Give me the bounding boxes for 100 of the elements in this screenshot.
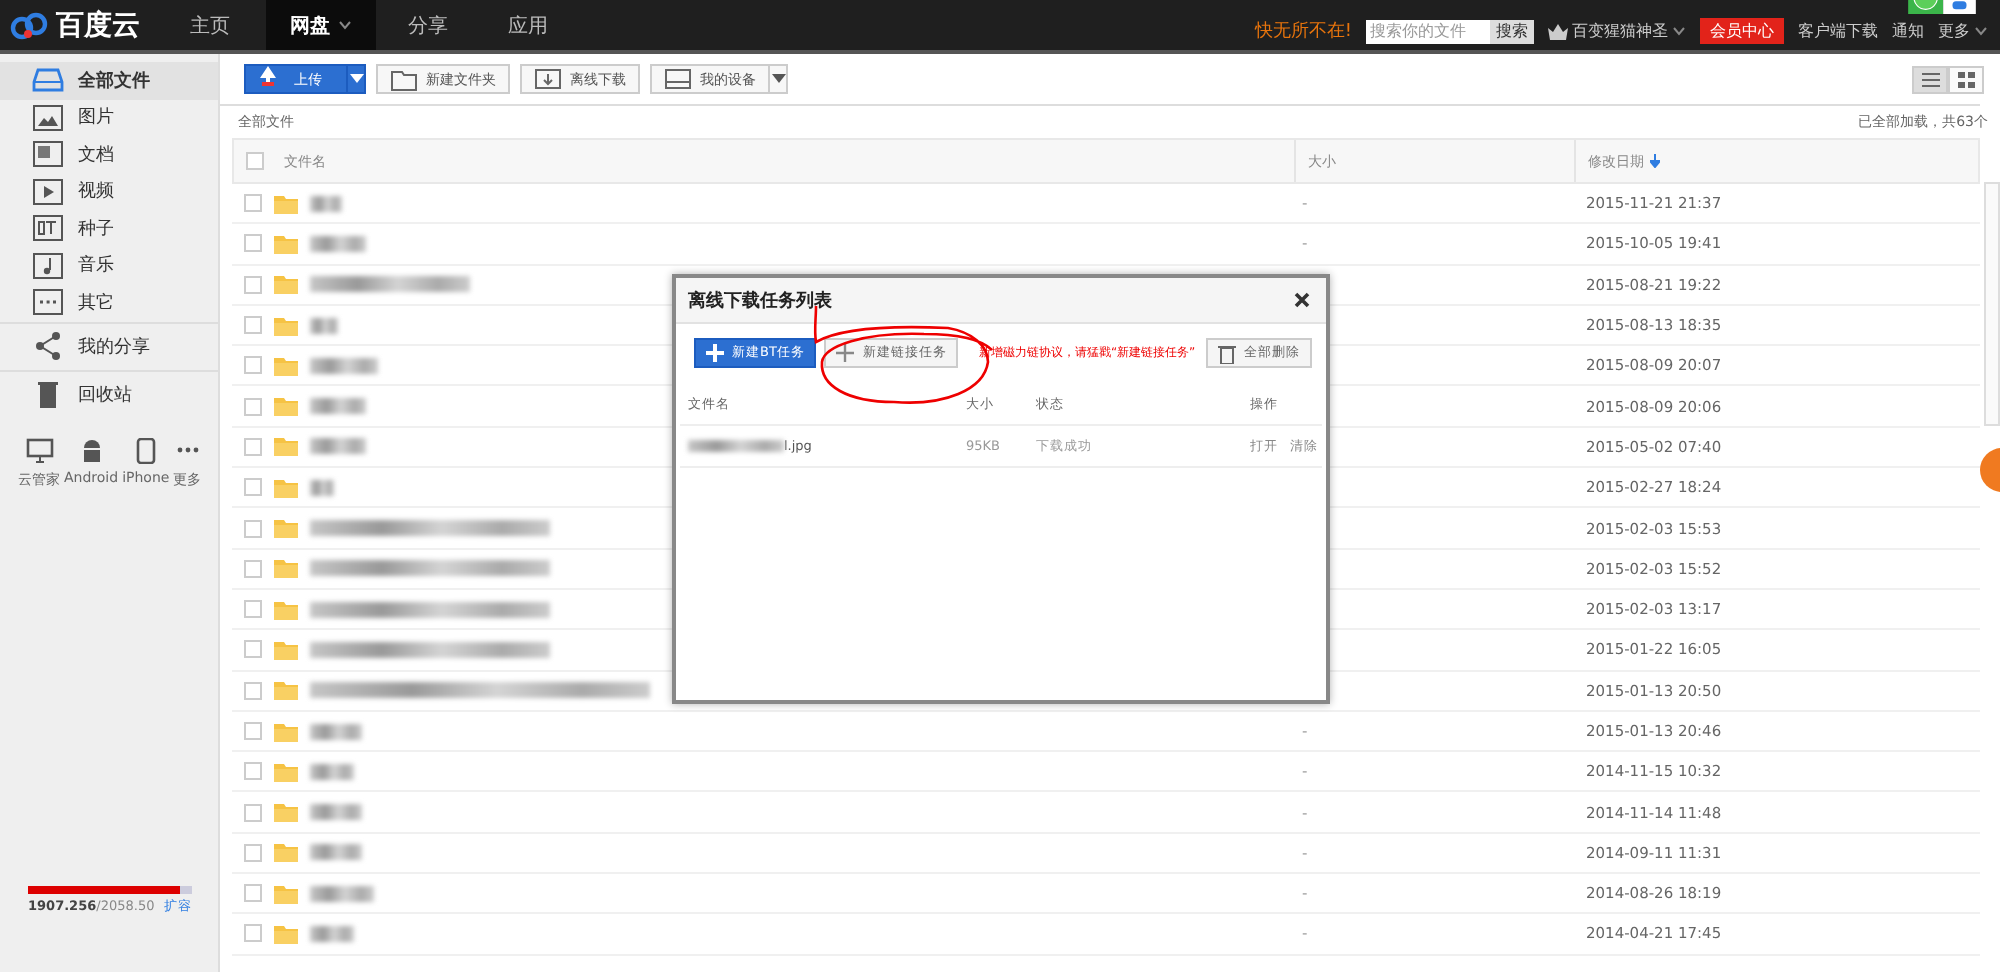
- sidebar-item[interactable]: 种子: [0, 210, 218, 247]
- crown-icon: [1548, 23, 1568, 39]
- search-button[interactable]: 搜索: [1490, 19, 1534, 43]
- view-toggle[interactable]: [1912, 65, 1948, 93]
- folder-icon: [274, 802, 298, 823]
- folder-icon: [274, 721, 298, 741]
- grid-icon: [1957, 71, 1975, 87]
- dropdown-button[interactable]: [348, 64, 366, 94]
- folder-icon: [274, 883, 298, 904]
- folder-icon: [274, 761, 298, 782]
- caret-icon: [338, 20, 352, 30]
- caret-icon: [771, 74, 785, 84]
- trash-icon: [1218, 343, 1236, 363]
- checkbox[interactable]: [244, 681, 262, 700]
- close-icon: [1294, 292, 1310, 308]
- folder-icon: [274, 599, 298, 620]
- blurred-file-name: [310, 195, 342, 212]
- folder-icon: [274, 193, 298, 214]
- top-link[interactable]: 更多: [1938, 22, 1988, 40]
- download-icon: [534, 66, 562, 92]
- checkbox[interactable]: [244, 356, 262, 375]
- trash-icon: [32, 378, 64, 410]
- checkbox[interactable]: [244, 640, 262, 659]
- nav-tab[interactable]: 应用: [484, 0, 572, 50]
- monitor-icon: [25, 437, 53, 463]
- blurred-file-name: [310, 763, 354, 780]
- sidebar-item[interactable]: 音乐: [0, 247, 218, 284]
- plus-icon: [836, 344, 855, 362]
- folder-icon: [274, 274, 298, 295]
- close-button[interactable]: [1294, 292, 1310, 308]
- cloud-logo-icon: [10, 11, 50, 39]
- bt-icon: [32, 212, 64, 245]
- checkbox[interactable]: [244, 803, 262, 822]
- folder-icon: [274, 842, 298, 863]
- top-link[interactable]: 通知: [1892, 22, 1924, 40]
- checkbox[interactable]: [246, 152, 264, 170]
- folder-icon: [274, 436, 298, 457]
- checkbox[interactable]: [244, 600, 262, 619]
- music-note-icon: [32, 249, 64, 282]
- dialog-title: 离线下载任务列表: [688, 288, 832, 313]
- blurred-file-name: [310, 398, 366, 415]
- checkbox[interactable]: [244, 194, 262, 213]
- checkbox[interactable]: [244, 316, 262, 335]
- top-link[interactable]: 客户端下载: [1798, 22, 1878, 40]
- folder-icon: [274, 315, 298, 336]
- checkbox[interactable]: [244, 275, 262, 294]
- caret-icon: [1672, 26, 1686, 36]
- nav-tab[interactable]: 分享: [384, 0, 472, 50]
- folder-icon: [274, 396, 298, 417]
- video-icon: [32, 175, 64, 208]
- slogan: 快无所不在!: [1254, 19, 1352, 44]
- folder-icon: [274, 680, 298, 701]
- folder-icon: [274, 477, 298, 498]
- logo-text: 百度云: [56, 7, 140, 43]
- list-icon: [1921, 71, 1939, 87]
- user-menu[interactable]: 百变猩猫神圣: [1548, 20, 1686, 42]
- checkbox[interactable]: [244, 559, 262, 578]
- checkbox[interactable]: [244, 234, 262, 253]
- caret-icon: [1974, 26, 1988, 36]
- checkbox[interactable]: [244, 437, 262, 456]
- folder-icon: [274, 233, 298, 254]
- blurred-file-name: [310, 357, 378, 374]
- folder-icon: [390, 66, 418, 92]
- plus-icon: [706, 344, 724, 362]
- view-toggle[interactable]: [1948, 65, 1984, 93]
- sidebar-item[interactable]: 图片: [0, 99, 218, 136]
- monitor-icon: [664, 66, 692, 92]
- phone-icon: [131, 437, 160, 463]
- blurred-file-name: [310, 479, 334, 496]
- blurred-file-name: [310, 723, 362, 739]
- folder-icon: [274, 923, 298, 944]
- blurred-file-name: [310, 925, 354, 942]
- checkbox[interactable]: [244, 478, 262, 497]
- checkbox[interactable]: [244, 884, 262, 903]
- nav-tab[interactable]: 主页: [166, 0, 254, 50]
- document-icon: [32, 138, 64, 171]
- checkbox[interactable]: [244, 397, 262, 416]
- checkbox[interactable]: [244, 843, 262, 862]
- sidebar-item[interactable]: 视频: [0, 173, 218, 210]
- blurred-file-name: [310, 438, 366, 455]
- sidebar-item[interactable]: 回收站: [0, 371, 218, 417]
- vip-center-button[interactable]: 会员中心: [1700, 18, 1784, 44]
- checkbox[interactable]: [244, 924, 262, 943]
- share-icon: [32, 330, 64, 362]
- scrollbar[interactable]: [1984, 182, 2000, 426]
- sidebar-item[interactable]: 其它: [0, 284, 218, 321]
- checkbox[interactable]: [244, 722, 262, 740]
- blurred-file-name: [310, 885, 374, 902]
- blurred-file-name: [310, 844, 362, 861]
- blurred-file-name: [688, 440, 784, 452]
- caret-icon: [349, 74, 363, 84]
- blurred-file-name: [310, 804, 362, 821]
- nav-tab[interactable]: 网盘: [266, 0, 376, 50]
- sidebar-item[interactable]: 我的分享: [0, 323, 218, 369]
- sidebar-item[interactable]: 文档: [0, 136, 218, 173]
- sidebar-item[interactable]: 全部文件: [0, 62, 218, 99]
- checkbox[interactable]: [244, 762, 262, 781]
- folder-icon: [274, 558, 298, 579]
- checkbox[interactable]: [244, 519, 262, 538]
- image-icon: [32, 101, 64, 134]
